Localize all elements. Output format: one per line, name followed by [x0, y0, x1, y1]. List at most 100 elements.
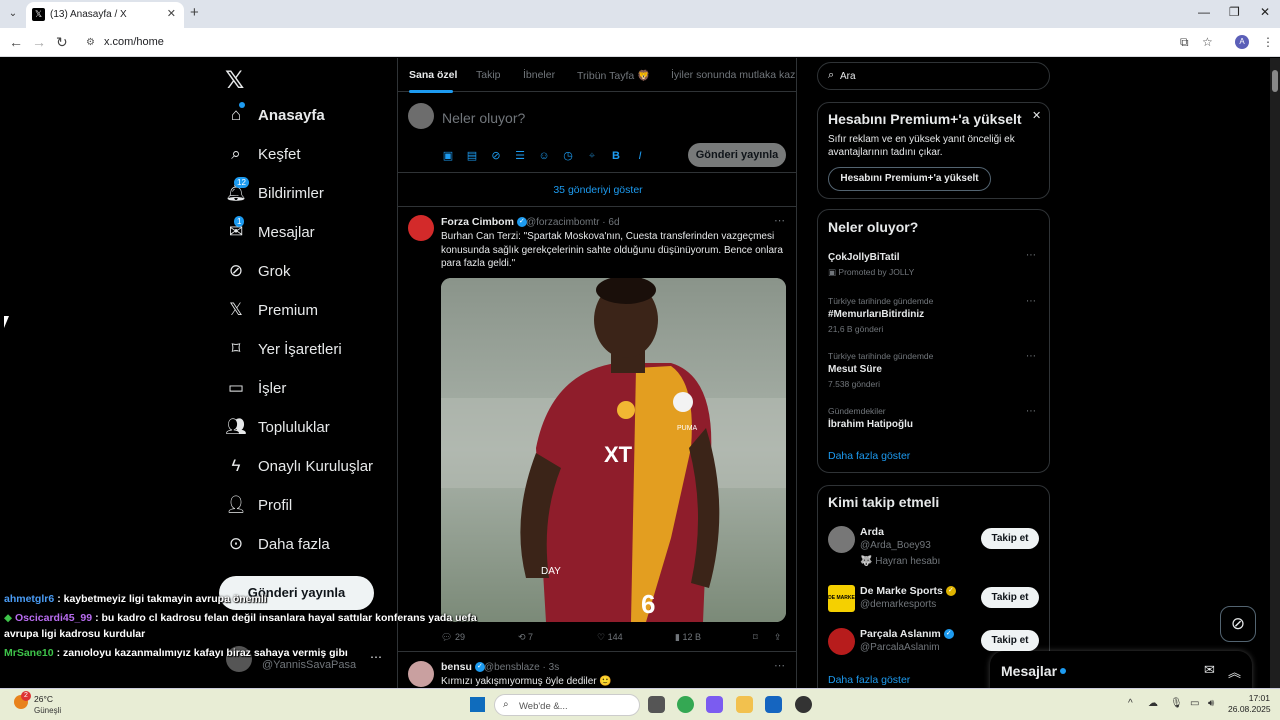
task-view-icon[interactable]: [648, 696, 665, 713]
browser-tab[interactable]: 𝕏 (13) Anasayfa / X ✕: [26, 2, 184, 28]
follow-show-more[interactable]: Daha fazla göster: [828, 674, 910, 686]
tweet-more-icon[interactable]: ⋯: [774, 214, 785, 227]
new-message-icon[interactable]: ✉: [1204, 662, 1215, 678]
nav-item-mesajlar[interactable]: ✉ 1 Mesajlar: [226, 216, 315, 247]
grok-float-icon[interactable]: ⊘: [1220, 606, 1256, 642]
follow-avatar[interactable]: DE MARKE: [828, 585, 855, 612]
minimize-icon[interactable]: —: [1198, 5, 1210, 19]
compose-post-button[interactable]: Gönderi yayınla: [688, 143, 786, 167]
tweet-photo[interactable]: XT DAY 6 PUMA: [441, 278, 786, 622]
trend-name[interactable]: İbrahim Hatipoğlu: [828, 419, 913, 430]
window-close-icon[interactable]: ✕: [1260, 5, 1270, 19]
share-icon[interactable]: ⇪: [774, 632, 782, 643]
location-icon[interactable]: ⌖: [586, 150, 598, 162]
taskbar-search[interactable]: ⌕ Web'de &...: [494, 694, 640, 716]
tweet-avatar[interactable]: [408, 215, 434, 241]
grok-compose-icon[interactable]: ⊘: [490, 150, 502, 162]
trend-name[interactable]: #MemurlarıBitirdiniz: [828, 309, 924, 320]
close-icon[interactable]: ✕: [1032, 109, 1041, 122]
bookmark-star-icon[interactable]: ☆: [1202, 35, 1213, 49]
reload-icon[interactable]: ↻: [56, 34, 68, 51]
trend-name[interactable]: ÇokJollyBiTatil: [828, 252, 900, 263]
bookmark-icon[interactable]: ⌑: [753, 632, 758, 643]
gif-icon[interactable]: ▤: [466, 150, 478, 162]
trend-more-icon[interactable]: ⋯: [1026, 296, 1036, 307]
premium-upgrade-button[interactable]: Hesabını Premium+'a yükselt: [828, 167, 991, 191]
account-more-icon[interactable]: ⋯: [370, 650, 382, 664]
show-new-posts[interactable]: 35 gönderiyi göster: [398, 174, 796, 207]
x-logo-icon[interactable]: 𝕏: [225, 66, 244, 95]
store-icon[interactable]: [765, 696, 782, 713]
follow-name[interactable]: Parçala Aslanım ✓: [860, 628, 954, 640]
site-info-icon[interactable]: ⚙: [86, 37, 95, 48]
nav-item-bildirimler[interactable]: 🔔︎ 12 Bildirimler: [225, 177, 324, 208]
trends-show-more[interactable]: Daha fazla göster: [828, 450, 910, 462]
forward-icon[interactable]: →: [32, 34, 46, 50]
trend-name[interactable]: Mesut Süre: [828, 364, 882, 375]
chrome-icon[interactable]: [677, 696, 694, 713]
tab-list-2[interactable]: Tribün Tayfa 🦁: [577, 69, 650, 82]
follow-avatar[interactable]: [828, 526, 855, 553]
nav-item-anasayfa[interactable]: ⌂ Anasayfa: [226, 100, 325, 130]
install-app-icon[interactable]: ⧉: [1180, 35, 1189, 50]
page-scrollbar[interactable]: [1270, 58, 1280, 688]
tab-takip[interactable]: Takip: [476, 69, 501, 81]
tab-close-icon[interactable]: ✕: [167, 7, 176, 20]
like-button[interactable]: ♡ 144: [597, 632, 623, 643]
search-input[interactable]: Ara: [840, 71, 856, 82]
clock[interactable]: 17:01 26.08.2025: [1228, 693, 1271, 715]
start-icon[interactable]: [470, 697, 485, 712]
restore-icon[interactable]: ❐: [1229, 5, 1240, 19]
schedule-icon[interactable]: ◷: [562, 150, 574, 162]
tweet-avatar[interactable]: [408, 661, 434, 687]
nav-item-daha-fazla[interactable]: ⊙ Daha fazla: [226, 529, 330, 559]
nav-item-i̇şler[interactable]: ▭ İşler: [226, 373, 286, 403]
expand-up-icon[interactable]: ︽: [1228, 662, 1241, 681]
file-explorer-icon[interactable]: [736, 696, 753, 713]
nav-item-profil[interactable]: 👤︎ Profil: [225, 490, 292, 520]
back-icon[interactable]: ←: [9, 34, 23, 50]
nav-item-keşfet[interactable]: ⌕ Keşfet: [226, 139, 300, 169]
mic-icon[interactable]: 🎙︎: [1170, 698, 1183, 709]
tab-list-3[interactable]: İyiler sonunda mutlaka kaz: [671, 69, 795, 81]
weather-temp[interactable]: 26°C: [34, 694, 53, 704]
poll-icon[interactable]: ☰: [514, 150, 526, 162]
messages-drawer[interactable]: Mesajlar ✉ ︽: [990, 651, 1252, 688]
reply-button[interactable]: 💬︎ 29: [441, 632, 465, 643]
tweet[interactable]: bensu ✓ @bensblaze · 3s ⋯ Kırmızı yakışmı…: [398, 653, 796, 688]
tweet-author[interactable]: Forza Cimbom ✓: [441, 216, 527, 228]
trend-more-icon[interactable]: ⋯: [1026, 250, 1036, 261]
follow-name[interactable]: Arda: [860, 526, 884, 538]
repost-button[interactable]: ⟲ 7: [518, 632, 533, 643]
follow-name[interactable]: De Marke Sports ✓: [860, 585, 956, 597]
tab-search-icon[interactable]: ⌄: [4, 5, 22, 23]
taskbar-search-input[interactable]: Web'de &...: [519, 701, 568, 712]
image-icon[interactable]: ▣: [442, 150, 454, 162]
emoji-icon[interactable]: ☺: [538, 150, 550, 162]
tray-chevron-icon[interactable]: ^: [1128, 698, 1133, 709]
tab-sana-ozel[interactable]: Sana özel: [409, 69, 457, 81]
search-box[interactable]: ⌕ Ara: [817, 62, 1050, 90]
onedrive-icon[interactable]: ☁: [1148, 698, 1158, 709]
nav-item-yer-i̇şaretleri[interactable]: ⌑ Yer İşaretleri: [226, 334, 342, 364]
nav-item-premium[interactable]: 𝕏 Premium: [226, 295, 318, 325]
browser-profile-avatar[interactable]: A: [1235, 35, 1249, 49]
trend-more-icon[interactable]: ⋯: [1026, 351, 1036, 362]
scroll-thumb[interactable]: [1272, 70, 1278, 92]
italic-icon[interactable]: I: [634, 150, 646, 162]
url-field[interactable]: x.com/home: [104, 36, 164, 48]
tweet-more-icon[interactable]: ⋯: [774, 659, 785, 672]
tweet[interactable]: Forza Cimbom ✓ @forzacimbomtr · 6d ⋯ Burh…: [398, 208, 796, 652]
follow-avatar[interactable]: [828, 628, 855, 655]
bold-icon[interactable]: B: [610, 150, 622, 162]
nav-item-topluluklar[interactable]: 👥︎ Topluluklar: [225, 412, 330, 442]
new-tab-icon[interactable]: +: [190, 4, 199, 21]
tweet-author[interactable]: bensu ✓: [441, 661, 485, 673]
network-icon[interactable]: ▭: [1190, 698, 1199, 709]
tab-list-1[interactable]: İbneler: [523, 69, 555, 81]
follow-button[interactable]: Takip et: [981, 528, 1039, 549]
copilot-icon[interactable]: [706, 696, 723, 713]
volume-icon[interactable]: 🔊︎: [1208, 698, 1214, 709]
views-button[interactable]: ▮ 12 B: [675, 632, 701, 643]
obs-icon[interactable]: [795, 696, 812, 713]
